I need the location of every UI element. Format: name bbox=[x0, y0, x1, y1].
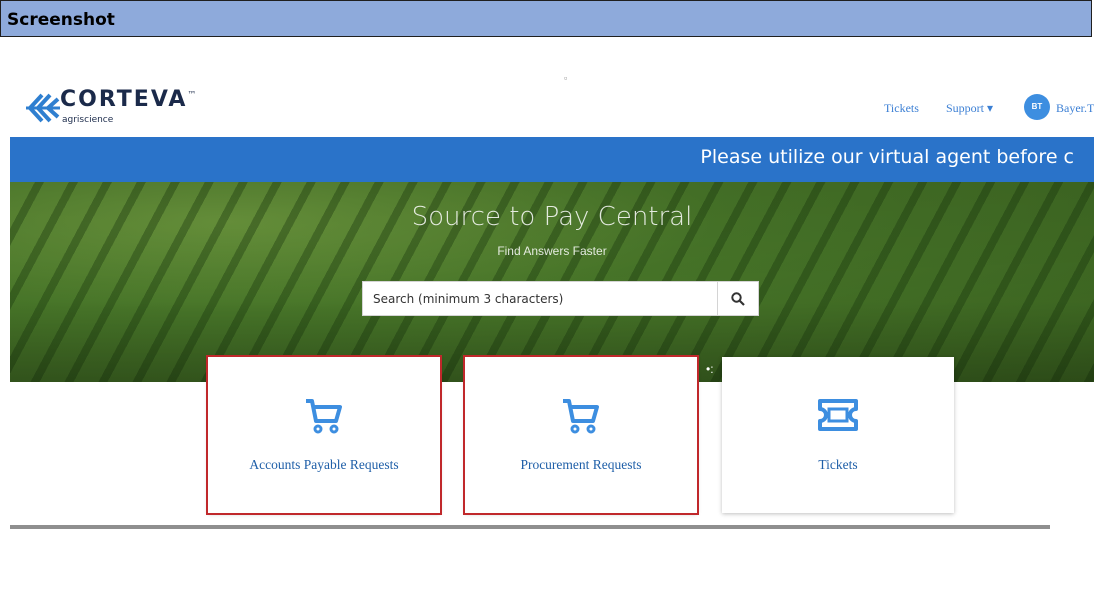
nav-support-dropdown[interactable]: Support ▾ bbox=[946, 101, 993, 116]
corteva-logo-icon bbox=[26, 93, 60, 123]
card-label: Tickets bbox=[818, 457, 858, 472]
banner-text: Please utilize our virtual agent before … bbox=[700, 146, 1074, 168]
user-name[interactable]: Bayer.T bbox=[1056, 101, 1094, 116]
screenshot-frame: ▫ CORTEVA™ agriscience Tickets Support ▾… bbox=[10, 75, 1094, 535]
card-label: Procurement Requests bbox=[520, 457, 642, 472]
corteva-logo[interactable] bbox=[26, 93, 60, 123]
nav-tickets-link[interactable]: Tickets bbox=[884, 101, 919, 116]
carousel-dots[interactable]: •: bbox=[706, 362, 714, 376]
document-heading: Screenshot bbox=[7, 10, 115, 30]
announcement-banner: Please utilize our virtual agent before … bbox=[10, 137, 1094, 182]
document-header: Screenshot bbox=[0, 0, 1092, 37]
accounts-payable-card[interactable]: Accounts Payable Requests bbox=[206, 355, 442, 515]
brand-subtitle: agriscience bbox=[62, 115, 114, 125]
search-button[interactable] bbox=[717, 282, 758, 315]
page-title: Source to Pay Central bbox=[411, 202, 693, 232]
horizontal-scrollbar[interactable] bbox=[10, 525, 1050, 529]
procurement-card[interactable]: Procurement Requests bbox=[463, 355, 699, 515]
card-label: Accounts Payable Requests bbox=[249, 457, 399, 472]
ticket-icon bbox=[818, 399, 858, 431]
tickets-card[interactable]: Tickets bbox=[722, 357, 954, 513]
search-input[interactable] bbox=[363, 282, 719, 315]
search-bar bbox=[362, 281, 759, 316]
cart-icon bbox=[563, 399, 599, 434]
hero-section: Source to Pay Central Find Answers Faste… bbox=[10, 182, 1094, 382]
top-navigation: ▫ CORTEVA™ agriscience Tickets Support ▾… bbox=[10, 75, 1094, 137]
search-icon bbox=[731, 291, 745, 306]
avatar[interactable]: BT bbox=[1024, 94, 1050, 120]
brand-name: CORTEVA™ bbox=[60, 87, 199, 112]
cart-icon bbox=[306, 399, 342, 434]
page-subtitle: Find Answers Faster bbox=[497, 244, 607, 258]
